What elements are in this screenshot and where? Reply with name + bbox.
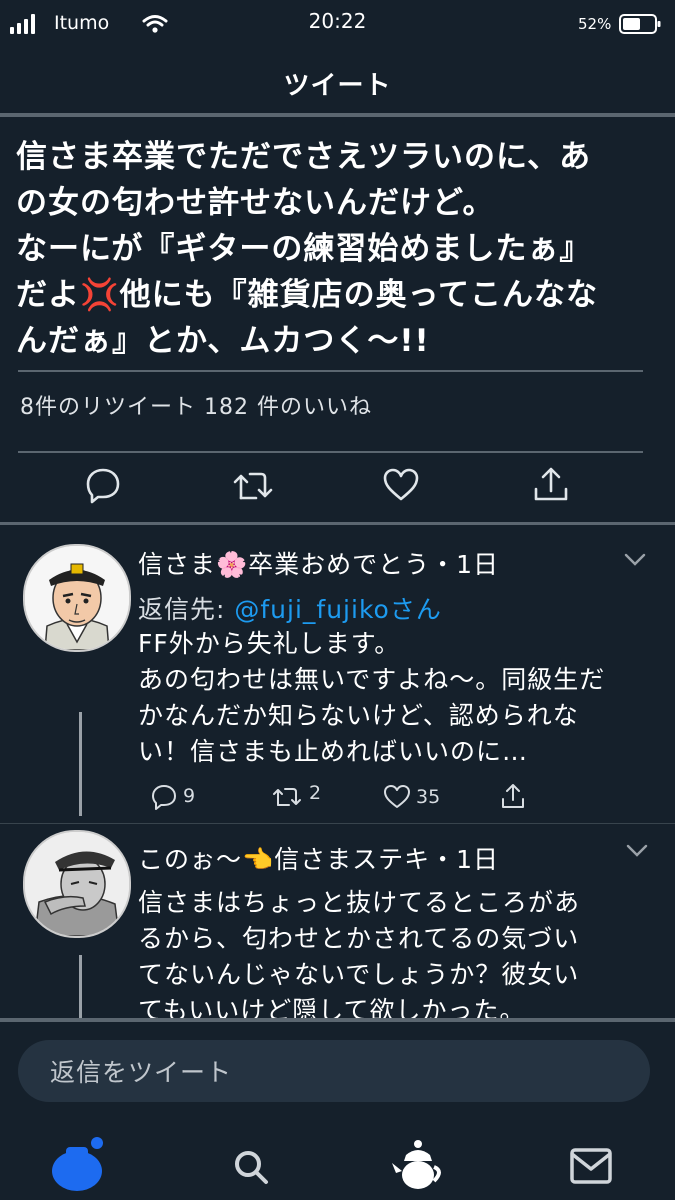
- reply-input[interactable]: 返信をツイート: [18, 1040, 650, 1102]
- reply-icon[interactable]: [84, 466, 122, 504]
- chevron-down-icon[interactable]: [624, 553, 646, 567]
- status-bar: Itumo 20:22 52%: [0, 0, 675, 48]
- teapot-icon[interactable]: [392, 1137, 444, 1191]
- reply-input-placeholder: 返信をツイート: [50, 1058, 233, 1087]
- reply-to: 返信先: @fuji_fujikoさん: [138, 590, 442, 626]
- retweet-icon[interactable]: [272, 785, 302, 809]
- header-divider: [0, 113, 675, 117]
- like-count: 35: [416, 786, 441, 808]
- retweet-count: 2: [309, 782, 322, 804]
- messages-icon[interactable]: [569, 1147, 613, 1185]
- reply-author[interactable]: このぉ〜👈信さまステキ・1日: [138, 840, 499, 876]
- tweet-text: 信さま卒業でただでさえツラいのに、あ の女の匂わせ許せないんだけど。 なーにが『…: [16, 139, 599, 359]
- clock: 20:22: [308, 9, 367, 33]
- avatar-illustration: [25, 832, 129, 936]
- tweet-stats[interactable]: 8件のリツイート 182 件のいいね: [20, 389, 372, 421]
- page-title: ツイート: [283, 71, 392, 101]
- reply-to-handle[interactable]: @fuji_fujikoさん: [234, 595, 441, 624]
- like-icon[interactable]: [382, 467, 420, 503]
- search-icon[interactable]: [231, 1147, 271, 1187]
- share-icon[interactable]: [532, 465, 570, 505]
- reply-to-label: 返信先:: [138, 595, 235, 624]
- reply-icon[interactable]: [151, 784, 177, 810]
- section-divider: [0, 522, 675, 525]
- avatar[interactable]: [23, 544, 131, 652]
- retweet-icon[interactable]: [232, 468, 274, 504]
- avatar-illustration: [25, 546, 129, 650]
- battery-icon: [619, 14, 661, 34]
- reply-count: 9: [183, 785, 196, 807]
- divider: [18, 451, 643, 453]
- share-icon[interactable]: [500, 782, 526, 810]
- thread-line: [79, 712, 82, 816]
- battery-percent: 52%: [578, 15, 612, 33]
- avatar[interactable]: [23, 830, 131, 938]
- reply-text: FF外から失礼します。 あの匂わせは無いですよね〜。同級生だ かなんだか知らない…: [138, 629, 606, 766]
- composer-divider: [0, 1018, 675, 1022]
- divider: [18, 370, 643, 372]
- reply-text: 信さまはちょっと抜けてるところがあ るから、匂わせとかされてるの気づい てないん…: [138, 888, 581, 1019]
- divider: [0, 823, 675, 824]
- like-icon[interactable]: [383, 784, 411, 810]
- home-icon[interactable]: [48, 1133, 108, 1193]
- thread-line: [79, 955, 82, 1019]
- reply-author[interactable]: 信さま🌸卒業おめでとう・1日: [138, 545, 499, 581]
- chevron-down-icon[interactable]: [626, 844, 648, 858]
